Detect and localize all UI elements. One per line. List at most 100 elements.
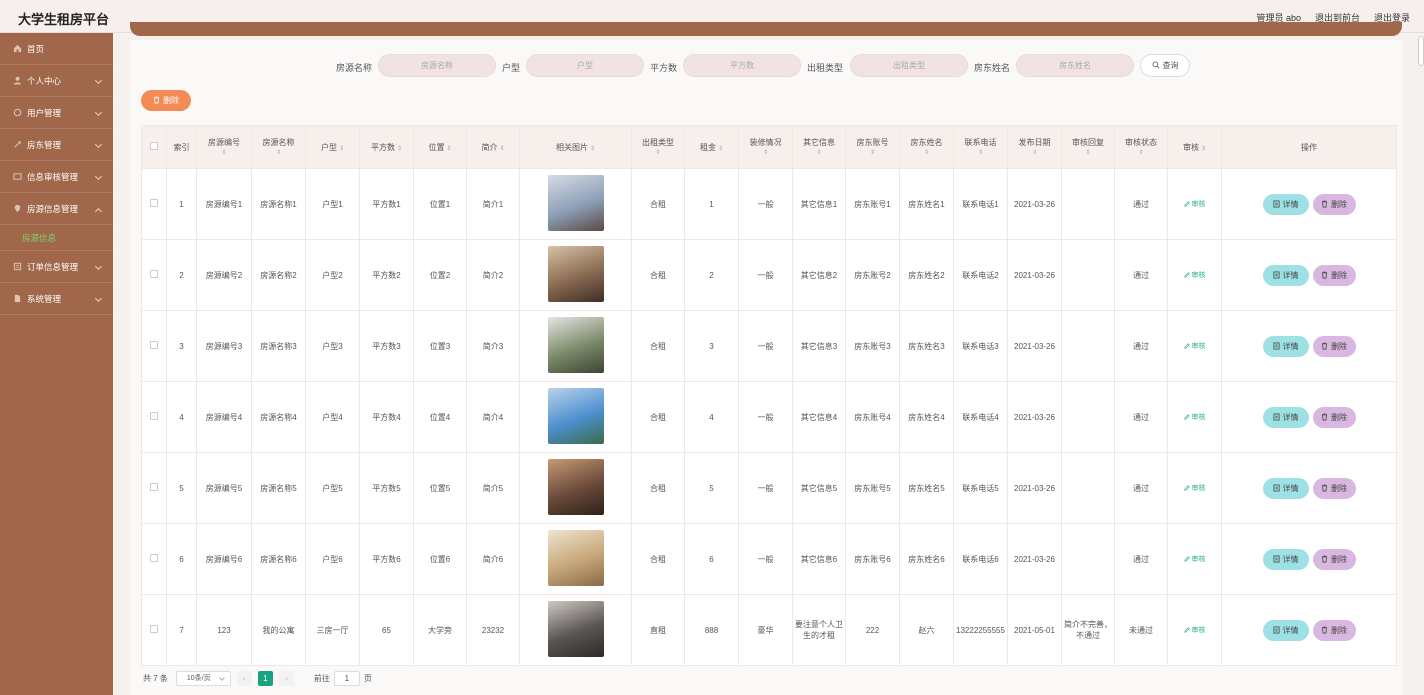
detail-button[interactable]: 详情 — [1262, 406, 1309, 428]
prev-page-button[interactable]: ‹ — [236, 670, 252, 686]
cell-owner: 房东姓名2 — [899, 239, 954, 311]
audit-link[interactable]: 审核 — [1183, 627, 1205, 634]
cell-account: 房东账号4 — [845, 381, 900, 453]
sidebar-item-audit[interactable]: 信息审核管理 — [0, 161, 113, 193]
sidebar-item-profile[interactable]: 个人中心 — [0, 65, 113, 97]
cell-area: 65 — [359, 594, 414, 666]
audit-link[interactable]: 审核 — [1183, 556, 1205, 563]
header-decor[interactable]: 装修情况 ⇕ — [738, 125, 793, 169]
checkbox[interactable] — [150, 341, 158, 349]
header-status[interactable]: 审核状态 ⇕ — [1114, 125, 1168, 169]
sidebar-item-home[interactable]: 首页 — [0, 33, 113, 65]
sidebar-item-system[interactable]: 系统管理 — [0, 283, 113, 315]
delete-button[interactable]: 删除 — [1312, 264, 1356, 286]
header-select-all[interactable] — [141, 125, 167, 169]
sidebar-item-landlords[interactable]: 房东管理 — [0, 129, 113, 161]
next-page-button[interactable]: › — [278, 670, 294, 686]
cell-reply — [1061, 523, 1115, 595]
document-icon — [1272, 484, 1280, 492]
audit-link[interactable]: 审核 — [1183, 414, 1205, 421]
sidebar-item-orders[interactable]: 订单信息管理 — [0, 251, 113, 283]
checkbox[interactable] — [150, 554, 158, 562]
house-photo[interactable] — [547, 175, 604, 231]
checkbox[interactable] — [150, 412, 158, 420]
house-photo[interactable] — [547, 601, 604, 657]
header-code[interactable]: 房源编号 ⇕ — [196, 125, 252, 169]
audit-link[interactable]: 审核 — [1183, 201, 1205, 208]
delete-button[interactable]: 删除 — [1312, 548, 1356, 570]
header-audit[interactable]: 审核 ⇕ — [1167, 125, 1222, 169]
header-layout[interactable]: 户型 ⇕ — [305, 125, 360, 169]
header-intro[interactable]: 简介 ⇕ — [466, 125, 520, 169]
delete-button[interactable]: 删除 — [1312, 335, 1356, 357]
delete-button[interactable]: 删除 — [1312, 193, 1356, 215]
cell-decor: 一般 — [738, 239, 793, 311]
checkbox[interactable] — [150, 199, 158, 207]
header-rent-type[interactable]: 出租类型 ⇕ — [631, 125, 685, 169]
header-owner[interactable]: 房东姓名 ⇕ — [899, 125, 954, 169]
cell-name: 房源名称4 — [251, 381, 306, 453]
checkbox[interactable] — [150, 625, 158, 633]
cell-other: 其它信息2 — [792, 239, 846, 311]
delete-button[interactable]: 删除 — [1312, 406, 1356, 428]
delete-button[interactable]: 删除 — [1312, 619, 1356, 641]
header-area[interactable]: 平方数 ⇕ — [359, 125, 414, 169]
row-select[interactable] — [141, 239, 167, 311]
header-phone[interactable]: 联系电话 ⇕ — [953, 125, 1008, 169]
detail-button[interactable]: 详情 — [1262, 548, 1309, 570]
audit-link[interactable]: 审核 — [1183, 485, 1205, 492]
row-select[interactable] — [141, 594, 167, 666]
goto-page-input[interactable]: 1 — [333, 670, 360, 686]
house-photo[interactable] — [547, 459, 604, 515]
cell-intro: 简介4 — [466, 381, 520, 453]
detail-button[interactable]: 详情 — [1262, 335, 1309, 357]
sort-icon: ⇕ — [589, 145, 596, 152]
sidebar-item-users[interactable]: 用户管理 — [0, 97, 113, 129]
cell-layout: 三房一厅 — [305, 594, 360, 666]
page-size-select[interactable]: 10条/页 — [175, 670, 231, 686]
cell-reply: 简介不完善，不通过 — [1061, 594, 1115, 666]
search-input-rent-type[interactable]: 出租类型 — [850, 54, 968, 77]
checkbox[interactable] — [150, 270, 158, 278]
header-name[interactable]: 房源名称 ⇕ — [251, 125, 306, 169]
house-photo[interactable] — [547, 317, 604, 373]
header-location[interactable]: 位置 ⇕ — [413, 125, 467, 169]
search-button[interactable]: 查询 — [1140, 54, 1190, 77]
cell-name: 我的公寓 — [251, 594, 306, 666]
delete-button[interactable]: 删除 — [1312, 477, 1356, 499]
cell-image — [519, 381, 632, 453]
header-image[interactable]: 相关图片 ⇕ — [519, 125, 632, 169]
scrollbar[interactable] — [1418, 36, 1424, 66]
header-other[interactable]: 其它信息 ⇕ — [792, 125, 846, 169]
search-input-layout[interactable]: 户型 — [526, 54, 644, 77]
detail-button[interactable]: 详情 — [1262, 264, 1309, 286]
header-account[interactable]: 房东账号 ⇕ — [845, 125, 900, 169]
sidebar-subitem-house-info[interactable]: 房源信息 — [0, 225, 113, 251]
header-reply[interactable]: 审核回复 ⇕ — [1061, 125, 1115, 169]
house-photo[interactable] — [547, 246, 604, 302]
search-input-name[interactable]: 房源名称 — [378, 54, 496, 77]
cell-account: 222 — [845, 594, 900, 666]
row-select[interactable] — [141, 168, 167, 240]
house-photo[interactable] — [547, 530, 604, 586]
header-date[interactable]: 发布日期 ⇕ — [1007, 125, 1062, 169]
detail-button[interactable]: 详情 — [1262, 477, 1309, 499]
search-input-owner[interactable]: 房东姓名 — [1016, 54, 1134, 77]
audit-link[interactable]: 审核 — [1183, 343, 1205, 350]
checkbox[interactable] — [150, 142, 158, 150]
row-select[interactable] — [141, 310, 167, 382]
batch-delete-button[interactable]: 删除 — [141, 90, 191, 111]
row-select[interactable] — [141, 381, 167, 453]
house-photo[interactable] — [547, 388, 604, 444]
audit-link[interactable]: 审核 — [1183, 272, 1205, 279]
header-rent[interactable]: 租金 ⇕ — [684, 125, 739, 169]
detail-button[interactable]: 详情 — [1262, 619, 1309, 641]
row-select[interactable] — [141, 452, 167, 524]
sidebar-item-house-info[interactable]: 房源信息管理 — [0, 193, 113, 225]
search-input-area[interactable]: 平方数 — [683, 54, 801, 77]
chevron-down-icon — [94, 172, 103, 181]
checkbox[interactable] — [150, 483, 158, 491]
row-select[interactable] — [141, 523, 167, 595]
detail-button[interactable]: 详情 — [1262, 193, 1309, 215]
page-number-current[interactable]: 1 — [257, 670, 273, 686]
